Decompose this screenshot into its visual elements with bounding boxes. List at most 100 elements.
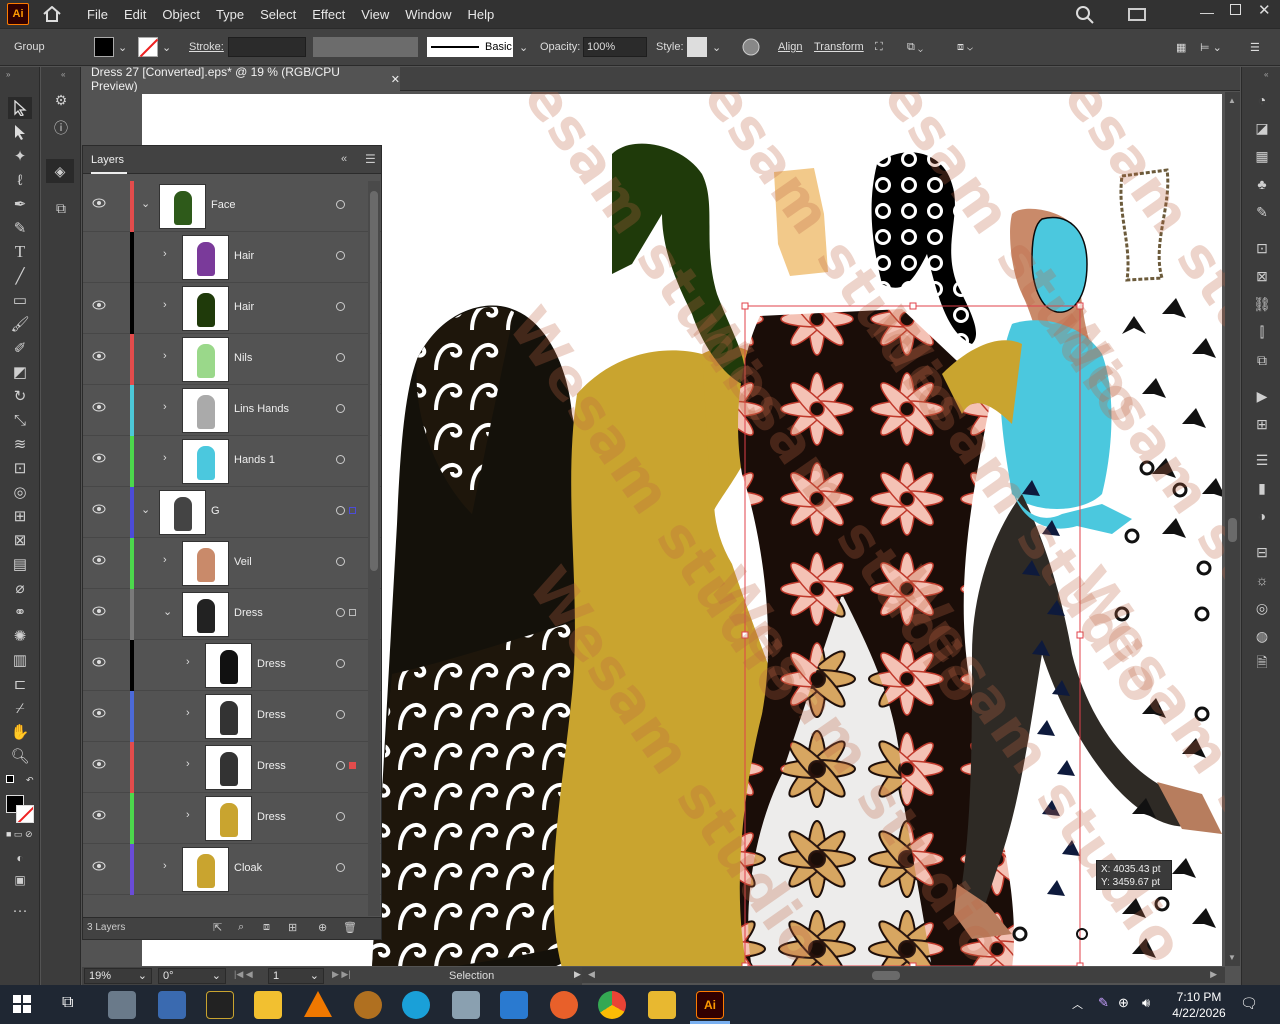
transform-panel-icon[interactable]: ⊡ [1252, 239, 1272, 257]
layer-target-icon[interactable] [336, 812, 345, 821]
draw-mode-icon[interactable]: ◐ [8, 847, 32, 869]
color-mode-buttons[interactable]: ■ ▭ ⊘ [6, 829, 32, 840]
stroke-panel-icon[interactable]: ☰ [1252, 451, 1272, 469]
layer-name[interactable]: Veil [234, 556, 252, 568]
collapse-panel-icon[interactable]: « [341, 153, 347, 165]
layer-row[interactable]: › Dress [83, 640, 381, 691]
artboard-tool-icon[interactable]: ⊏ [8, 673, 32, 695]
first-artboard-icon[interactable]: |◀ ◀ [234, 969, 253, 980]
lasso-tool-icon[interactable]: ℓ [8, 169, 32, 191]
navigator-icon[interactable]: ◍ [1252, 627, 1272, 645]
visibility-eye-icon[interactable] [92, 861, 106, 873]
restore-button[interactable] [1230, 4, 1241, 15]
layer-target-icon[interactable] [336, 404, 345, 413]
firefox-icon[interactable] [550, 991, 578, 1019]
taskbar-app-icon[interactable] [206, 991, 234, 1019]
blend-tool-icon[interactable]: ⚭ [8, 601, 32, 623]
file-explorer-icon[interactable] [648, 991, 676, 1019]
clock[interactable]: 7:10 PM 4/22/2026 [1168, 989, 1230, 1021]
hand-tool-icon[interactable]: ✋ [8, 721, 32, 743]
minimize-button[interactable]: — [1200, 4, 1214, 20]
layer-target-icon[interactable] [336, 557, 345, 566]
layer-row[interactable]: › Lins Hands [83, 385, 381, 436]
color-guide-icon[interactable]: ◪ [1252, 119, 1272, 137]
expand-chevron-icon[interactable]: › [186, 707, 198, 723]
layer-name[interactable]: Hair [234, 301, 254, 313]
vertical-scroll-thumb[interactable] [1228, 518, 1237, 542]
layer-name[interactable]: Dress [234, 607, 263, 619]
layer-row[interactable]: › Veil [83, 538, 381, 589]
brushes-icon[interactable]: ✎ [1252, 203, 1272, 221]
actions-icon[interactable]: ▶ [1252, 387, 1272, 405]
scale-tool-icon[interactable]: ⤡ [8, 409, 32, 431]
artboards-panel-icon[interactable]: ⧉ [51, 199, 71, 217]
layer-name[interactable]: Dress [257, 709, 286, 721]
taskbar-app-icon[interactable] [402, 991, 430, 1019]
transparency-icon[interactable]: ◑ [1252, 507, 1272, 525]
zoom-level-field[interactable]: 19% ⌄ [84, 968, 152, 984]
layer-target-icon[interactable] [336, 863, 345, 872]
chrome-icon[interactable] [598, 991, 626, 1019]
direct-selection-tool-icon[interactable] [8, 121, 32, 143]
fill-swatch[interactable]: ⌄ [94, 37, 127, 57]
expand-chevron-icon[interactable]: › [163, 554, 175, 570]
collapse-chevron-icon[interactable]: ⌄ [163, 605, 175, 621]
stroke-weight-stepper[interactable] [228, 37, 306, 57]
expand-chevron-icon[interactable]: › [163, 248, 175, 264]
type-tool-icon[interactable]: T [8, 241, 32, 263]
magic-wand-tool-icon[interactable]: ✦ [8, 145, 32, 167]
close-document-icon[interactable]: ✕ [391, 73, 400, 86]
collapse-chevron-icon[interactable]: ⌄ [141, 197, 153, 213]
envelope-icon[interactable]: ⧈ ⌄ [957, 37, 973, 57]
variable-width-profile[interactable] [313, 37, 418, 57]
expand-chevron-icon[interactable]: › [186, 809, 198, 825]
eraser-tool-icon[interactable]: ◩ [8, 361, 32, 383]
collapse-dock-icon[interactable]: « [61, 70, 65, 79]
blob-brush-tool-icon[interactable]: ✐ [8, 337, 32, 359]
shape-builder-tool-icon[interactable]: ◎ [8, 481, 32, 503]
graphic-style-swatch[interactable]: ⌄ [687, 37, 721, 57]
layer-name[interactable]: G [211, 505, 220, 517]
visibility-eye-icon[interactable] [92, 198, 106, 210]
expand-chevron-icon[interactable]: › [163, 299, 175, 315]
perspective-grid-tool-icon[interactable]: ⊞ [8, 505, 32, 527]
expand-chevron-icon[interactable]: › [163, 350, 175, 366]
arrange-icon[interactable]: ⧉ ⌄ [907, 37, 923, 57]
layer-name[interactable]: Face [211, 199, 235, 211]
layer-row[interactable]: ⌄ Dress [83, 589, 381, 640]
layer-target-icon[interactable] [336, 761, 345, 770]
symbol-sprayer-tool-icon[interactable]: ✺ [8, 625, 32, 647]
menu-select[interactable]: Select [252, 7, 304, 22]
expand-dock-icon[interactable]: « [1264, 70, 1268, 79]
opacity-value[interactable]: 100% [583, 37, 647, 57]
layer-target-icon[interactable] [336, 506, 345, 515]
delete-layer-icon[interactable]: 🗑︎ [343, 921, 357, 934]
layer-row[interactable]: › Dress [83, 793, 381, 844]
workspace-switcher-icon[interactable] [1128, 8, 1146, 21]
layer-name[interactable]: Dress [257, 658, 286, 670]
menu-effect[interactable]: Effect [304, 7, 353, 22]
new-layer-icon[interactable]: ⊕ [318, 921, 327, 934]
slice-tool-icon[interactable]: ⌿ [8, 697, 32, 719]
layer-name[interactable]: Hands 1 [234, 454, 275, 466]
collapse-toolbar-icon[interactable]: » [6, 70, 10, 79]
stroke-swatch[interactable]: ⌄ [138, 37, 171, 58]
links-icon[interactable]: ⛓ [1252, 295, 1272, 313]
layer-target-icon[interactable] [336, 659, 345, 668]
expand-chevron-icon[interactable]: › [163, 401, 175, 417]
graphic-styles-icon[interactable]: ◎ [1252, 599, 1272, 617]
layer-row[interactable]: › Cloak [83, 844, 381, 895]
panel-menu-icon[interactable]: ☰ [365, 152, 376, 166]
swatches-icon[interactable]: ▦ [1252, 147, 1272, 165]
search-icon[interactable] [1076, 6, 1094, 27]
menu-type[interactable]: Type [208, 7, 252, 22]
close-window-button[interactable]: ✕ [1258, 1, 1271, 19]
stroke-label[interactable]: Stroke: [189, 37, 224, 57]
layer-target-icon[interactable] [336, 200, 345, 209]
layer-name[interactable]: Lins Hands [234, 403, 289, 415]
line-tool-icon[interactable]: ╱ [8, 265, 32, 287]
layer-target-icon[interactable] [336, 353, 345, 362]
panel-options-icon[interactable]: ⊨ ⌄ [1200, 37, 1222, 57]
tray-chevron-icon[interactable]: ︿ [1072, 996, 1083, 1012]
appearance-icon[interactable]: ☼ [1252, 571, 1272, 589]
